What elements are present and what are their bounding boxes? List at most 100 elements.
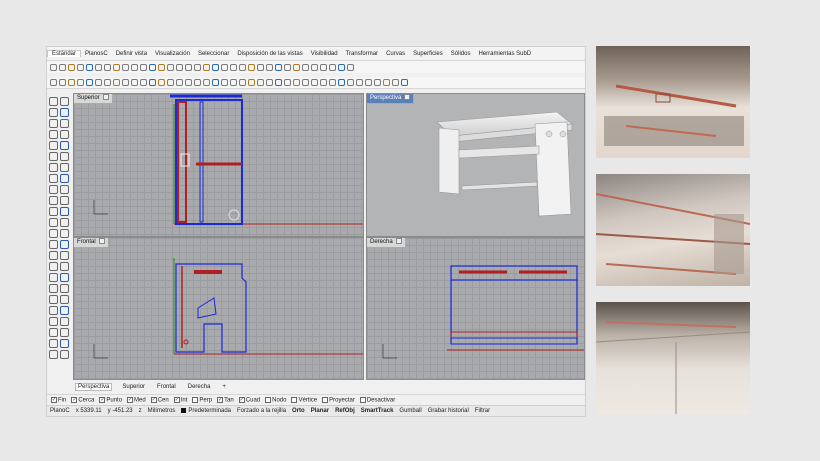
viewport-perspective[interactable]: Perspectiva [366, 93, 585, 237]
tool-41-icon[interactable] [49, 317, 58, 326]
zoom-extents-icon[interactable] [167, 63, 174, 71]
cut-icon[interactable] [347, 63, 354, 71]
osnap-cen[interactable]: ✓ Cen [150, 396, 169, 403]
add-viewport-icon[interactable]: + [220, 384, 228, 390]
osnap-vértice[interactable]: Vértice [291, 396, 317, 403]
tool-43-icon[interactable] [49, 328, 58, 337]
redo-icon[interactable] [122, 79, 129, 86]
tool-15-icon[interactable] [49, 174, 58, 183]
view-tab-frontal[interactable]: Frontal [155, 384, 178, 390]
light-icon[interactable] [239, 63, 246, 71]
copy-icon[interactable] [95, 79, 102, 86]
tool-11-icon[interactable] [49, 152, 58, 161]
tool-40-icon[interactable] [60, 306, 69, 315]
tool-6-icon[interactable] [60, 119, 69, 128]
torus-icon[interactable] [293, 63, 300, 71]
tab-visibilidad[interactable]: Visibilidad [307, 51, 342, 57]
properties-icon[interactable] [194, 63, 201, 71]
help-icon[interactable] [302, 63, 309, 71]
osnap-tan[interactable]: ✓ Tan [217, 396, 234, 403]
material-icon[interactable] [248, 79, 255, 86]
cut-icon[interactable] [347, 79, 354, 86]
ortho-toggle[interactable]: Orto [292, 408, 305, 414]
pan-icon[interactable] [131, 63, 138, 71]
tool-29-icon[interactable] [49, 251, 58, 260]
tab-planosc[interactable]: PlanosC [81, 51, 112, 57]
tool-13-icon[interactable] [49, 163, 58, 172]
tool-22-icon[interactable] [60, 207, 69, 216]
paste-icon[interactable] [104, 63, 111, 71]
tab-solidos[interactable]: Sólidos [447, 51, 475, 57]
checkbox[interactable]: ✓ [238, 396, 245, 403]
tool-10-icon[interactable] [60, 141, 69, 150]
zoom-icon[interactable] [149, 63, 156, 71]
redo-icon[interactable] [122, 63, 129, 71]
checkbox[interactable]: ✓ [173, 396, 180, 403]
osnap-proyectar[interactable]: Proyectar [322, 396, 355, 403]
light-icon[interactable] [239, 79, 246, 86]
smarttrack-toggle[interactable]: SmartTrack [361, 408, 394, 414]
print-icon[interactable] [338, 79, 345, 86]
tool-27-icon[interactable] [49, 240, 58, 249]
zoom-window-icon[interactable] [158, 63, 165, 71]
tool-30-icon[interactable] [60, 251, 69, 260]
tab-estandar[interactable]: Estándar [47, 50, 82, 57]
chevron-down-icon[interactable] [102, 94, 109, 101]
tool-20-icon[interactable] [60, 196, 69, 205]
undo-icon[interactable] [113, 79, 120, 86]
save-icon[interactable] [68, 63, 75, 71]
tool-16-icon[interactable] [60, 174, 69, 183]
osnap-fin[interactable]: ✓ Fin [51, 396, 66, 403]
properties-icon[interactable] [194, 79, 201, 86]
osnap-cuad[interactable]: ✓ Cuad [238, 396, 260, 403]
tool-42-icon[interactable] [60, 317, 69, 326]
pan-icon[interactable] [392, 79, 399, 86]
print-icon[interactable] [338, 63, 345, 71]
chevron-down-icon[interactable] [404, 94, 411, 101]
tool-31-icon[interactable] [49, 262, 58, 271]
tool-8-icon[interactable] [60, 130, 69, 139]
zoom-extents-icon[interactable] [167, 79, 174, 86]
tool-32-icon[interactable] [60, 262, 69, 271]
checkbox[interactable] [359, 396, 366, 403]
tab-superficies[interactable]: Superficies [409, 51, 447, 57]
undo-icon[interactable] [374, 79, 381, 86]
sphere-icon[interactable] [257, 79, 264, 86]
new-icon[interactable] [311, 63, 318, 71]
copy-icon[interactable] [95, 63, 102, 71]
cylinder-icon[interactable] [275, 63, 282, 71]
tool-25-icon[interactable] [49, 229, 58, 238]
layers-icon[interactable] [185, 79, 192, 86]
tool-46-icon[interactable] [60, 339, 69, 348]
pan-icon[interactable] [131, 79, 138, 86]
paste-icon[interactable] [365, 79, 372, 86]
checkbox[interactable]: ✓ [51, 396, 57, 403]
box-icon[interactable] [266, 63, 273, 71]
tool-45-icon[interactable] [49, 339, 58, 348]
tool-23-icon[interactable] [49, 218, 58, 227]
grid-icon[interactable] [212, 63, 219, 71]
cone-icon[interactable] [284, 63, 291, 71]
lock-icon[interactable] [230, 79, 237, 86]
view-tab-superior[interactable]: Superior [120, 384, 147, 390]
tool-26-icon[interactable] [60, 229, 69, 238]
rotate-icon[interactable] [401, 79, 408, 86]
tool-12-icon[interactable] [60, 152, 69, 161]
cone-icon[interactable] [284, 79, 291, 86]
zoom-icon[interactable] [149, 79, 156, 86]
viewport-label-top[interactable]: Superior [74, 94, 113, 104]
tool-9-icon[interactable] [49, 141, 58, 150]
tool-28-icon[interactable] [60, 240, 69, 249]
osnap-toggle[interactable]: RefObj [335, 408, 355, 414]
checkbox[interactable]: ✓ [217, 396, 224, 403]
new-icon[interactable] [50, 79, 57, 86]
tool-5-icon[interactable] [49, 119, 58, 128]
lock-icon[interactable] [230, 63, 237, 71]
layers-icon[interactable] [185, 63, 192, 71]
material-icon[interactable] [248, 63, 255, 71]
tool-7-icon[interactable] [49, 130, 58, 139]
record-history-toggle[interactable]: Grabar historial [428, 408, 469, 414]
tool-1-icon[interactable] [49, 97, 58, 106]
tool-3-icon[interactable] [49, 108, 58, 117]
save-icon[interactable] [329, 63, 336, 71]
